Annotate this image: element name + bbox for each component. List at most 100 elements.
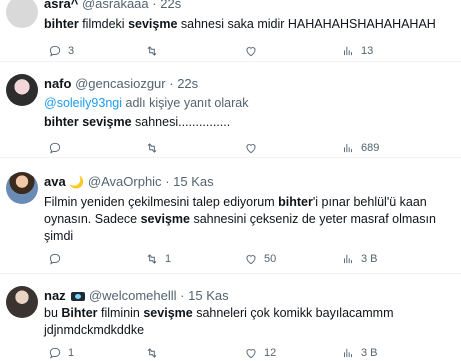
tweet-line: jdjnmdckmdkddke — [44, 323, 145, 337]
text-segment: 'i pınar behlül'ü kaan — [312, 195, 427, 209]
retweet-button[interactable] — [145, 344, 159, 361]
tweet-feed: asra^ @asrakaaa · 22s bihter filmdeki se… — [0, 0, 461, 361]
reply-note: adlı kişiye yanıt olarak — [122, 96, 249, 110]
videotape-icon — [71, 292, 86, 302]
tweet-line: oynasın. Sadece sevişme sahnesini çeksen… — [44, 211, 454, 228]
tweet-text: Filmin yeniden çekilmesini talep ediyoru… — [44, 194, 454, 245]
text-segment: Filmin yeniden çekilmesini talep ediyoru… — [44, 195, 279, 209]
reply-button[interactable]: 3 — [48, 42, 74, 60]
tweet-line: bu Bihter filminin sevişme sahneleri çok… — [44, 305, 454, 322]
tweet-actions: 1 50 3 B — [44, 250, 454, 268]
like-count: 50 — [264, 253, 277, 265]
views-button[interactable]: 3 B — [341, 344, 378, 361]
retweet-icon — [147, 348, 157, 358]
author-handle[interactable]: @welcomehelll — [89, 288, 177, 303]
reply-context: @soleily93ngi adlı kişiye yanıt olarak — [44, 95, 454, 112]
text-segment: oynasın. Sadece — [44, 212, 141, 226]
tweet-text: bu Bihter filminin sevişme sahneleri çok… — [44, 305, 454, 339]
tweet-header: ava 🌙 @AvaOrphic · 15 Kas — [44, 174, 214, 189]
highlight-term: bihter — [278, 195, 313, 209]
views-count: 13 — [361, 45, 374, 57]
retweet-icon — [147, 143, 157, 153]
views-count: 689 — [361, 142, 380, 154]
reply-icon — [49, 347, 61, 359]
tweet-time[interactable]: 15 Kas — [173, 174, 213, 189]
author-name[interactable]: nafo — [44, 76, 71, 91]
reply-count: 3 — [68, 45, 75, 57]
views-icon — [344, 46, 352, 56]
author-handle[interactable]: @AvaOrphic — [88, 174, 162, 189]
heart-icon — [246, 349, 256, 359]
tweet-time[interactable]: 22s — [160, 0, 181, 11]
views-count: 3 B — [361, 347, 378, 359]
tweet-text: bihter sevişme sahnesi............... — [44, 114, 454, 131]
views-button[interactable]: 689 — [341, 139, 379, 157]
tweet-time[interactable]: 22s — [177, 76, 198, 91]
text-segment: sahnesini çekseniz de yeter masraf olmas… — [189, 212, 436, 226]
avatar[interactable] — [6, 74, 38, 106]
highlight-term: sevişme — [143, 306, 193, 320]
reply-button[interactable] — [48, 250, 62, 268]
reply-icon — [49, 253, 61, 265]
tweet-1[interactable]: asra^ @asrakaaa · 22s bihter filmdeki se… — [0, 0, 461, 62]
heart-icon — [246, 255, 256, 265]
tweet-time[interactable]: 15 Kas — [188, 288, 228, 303]
tweet-header: naz @welcomehelll · 15 Kas — [44, 288, 229, 303]
views-button[interactable]: 13 — [341, 42, 373, 60]
views-icon — [344, 143, 352, 153]
highlight-term: bihter — [44, 17, 79, 31]
retweet-icon — [147, 254, 157, 264]
like-button[interactable] — [244, 139, 258, 157]
text-segment: filminin — [97, 306, 144, 320]
heart-icon — [246, 47, 256, 57]
author-handle[interactable]: @asrakaaa — [82, 0, 149, 11]
text-segment: filmdeki — [78, 17, 129, 31]
text-segment: sahnesi saka midir HAHAHAHSHAHAHAHAH — [177, 17, 436, 31]
retweet-button[interactable]: 1 — [145, 250, 171, 268]
views-count: 3 B — [361, 253, 378, 265]
views-button[interactable]: 3 B — [341, 250, 378, 268]
reply-icon — [49, 142, 61, 154]
like-count: 12 — [264, 347, 277, 359]
retweet-icon — [147, 46, 157, 56]
reply-count: 1 — [68, 347, 75, 359]
tweet-header: nafo @gencasiozgur · 22s — [44, 76, 199, 91]
author-name[interactable]: asra^ — [44, 0, 78, 11]
reply-mention[interactable]: @soleily93ngi — [44, 96, 122, 110]
highlight-term: bihter sevişme — [44, 115, 132, 129]
tweet-actions: 689 — [44, 139, 454, 157]
tweet-header: asra^ @asrakaaa · 22s — [44, 0, 181, 11]
views-icon — [344, 254, 352, 264]
author-name[interactable]: ava — [44, 174, 66, 189]
tweet-2[interactable]: nafo @gencasiozgur · 22s @soleily93ngi a… — [0, 62, 461, 158]
retweet-button[interactable] — [145, 139, 159, 157]
reply-button[interactable] — [48, 139, 62, 157]
avatar[interactable] — [6, 286, 38, 318]
heart-icon — [246, 144, 256, 154]
tweet-text: bihter filmdeki sevişme sahnesi saka mid… — [44, 16, 454, 33]
views-icon — [344, 348, 352, 358]
moon-icon: 🌙 — [69, 175, 85, 189]
text-segment: sahnesi............... — [131, 115, 231, 129]
avatar[interactable] — [6, 0, 38, 28]
reply-button[interactable]: 1 — [48, 344, 74, 361]
avatar[interactable] — [6, 172, 38, 204]
retweet-button[interactable] — [145, 42, 159, 60]
tweet-actions: 1 12 3 B — [44, 344, 454, 361]
like-button[interactable]: 12 — [244, 344, 276, 361]
tweet-line: şimdi — [44, 229, 74, 243]
tweet-3[interactable]: ava 🌙 @AvaOrphic · 15 Kas Filmin yeniden… — [0, 158, 461, 274]
tweet-4[interactable]: naz @welcomehelll · 15 Kas bu Bihter fil… — [0, 274, 461, 361]
retweet-count: 1 — [165, 253, 172, 265]
author-handle[interactable]: @gencasiozgur — [75, 76, 166, 91]
like-button[interactable]: 50 — [244, 250, 276, 268]
reply-icon — [49, 45, 61, 57]
highlight-term: Bihter — [61, 306, 98, 320]
tweet-actions: 3 13 — [44, 42, 454, 60]
highlight-term: sevişme — [140, 212, 190, 226]
tweet-line: Filmin yeniden çekilmesini talep ediyoru… — [44, 194, 454, 211]
text-segment: bu — [44, 306, 62, 320]
like-button[interactable] — [244, 42, 258, 60]
highlight-term: sevişme — [128, 17, 178, 31]
author-name[interactable]: naz — [44, 288, 66, 303]
